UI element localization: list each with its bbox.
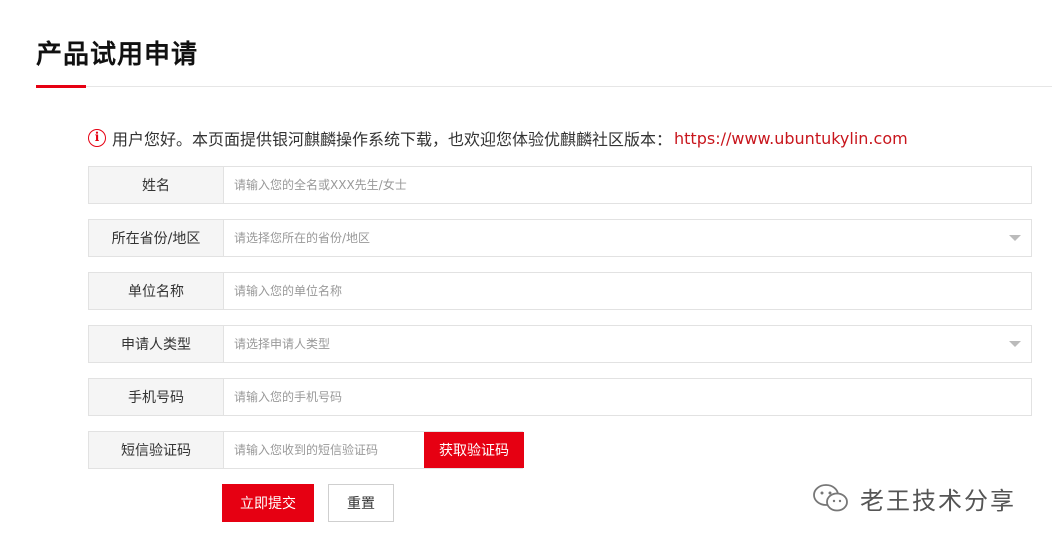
phone-row: 手机号码	[88, 378, 1032, 416]
region-select[interactable]	[224, 220, 999, 256]
name-row: 姓名	[88, 166, 1032, 204]
applicant-type-select[interactable]	[224, 326, 999, 362]
submit-button[interactable]: 立即提交	[222, 484, 314, 522]
applicant-type-label: 申请人类型	[89, 326, 224, 362]
notice-text: 用户您好。本页面提供银河麒麟操作系统下载，也欢迎您体验优麒麟社区版本：	[112, 130, 673, 149]
region-row: 所在省份/地区	[88, 219, 1032, 257]
chevron-down-icon	[1009, 235, 1021, 241]
title-divider	[36, 86, 1052, 87]
name-input[interactable]	[224, 167, 1031, 203]
phone-input[interactable]	[224, 379, 1031, 415]
company-label: 单位名称	[89, 273, 224, 309]
watermark: 老王技术分享	[812, 478, 1016, 518]
page-title: 产品试用申请	[36, 40, 199, 70]
title-accent-bar	[36, 85, 86, 88]
name-label: 姓名	[89, 167, 224, 203]
info-circle-icon: i	[88, 129, 106, 147]
phone-label: 手机号码	[89, 379, 224, 415]
company-row: 单位名称	[88, 272, 1032, 310]
get-sms-code-button[interactable]: 获取验证码	[424, 432, 524, 468]
region-dropdown-toggle[interactable]	[999, 220, 1031, 256]
chevron-down-icon	[1009, 341, 1021, 347]
wechat-icon	[813, 484, 848, 512]
company-input[interactable]	[224, 273, 1031, 309]
applicant-type-row: 申请人类型	[88, 325, 1032, 363]
ubuntukylin-link[interactable]: https://www.ubuntukylin.com	[674, 129, 908, 148]
watermark-text: 老王技术分享	[860, 486, 1016, 515]
reset-button[interactable]: 重置	[328, 484, 394, 522]
region-label: 所在省份/地区	[89, 220, 224, 256]
applicant-type-dropdown-toggle[interactable]	[999, 326, 1031, 362]
sms-code-label: 短信验证码	[89, 432, 224, 468]
notice-bar: i 用户您好。本页面提供银河麒麟操作系统下载，也欢迎您体验优麒麟社区版本： ht…	[88, 126, 908, 150]
